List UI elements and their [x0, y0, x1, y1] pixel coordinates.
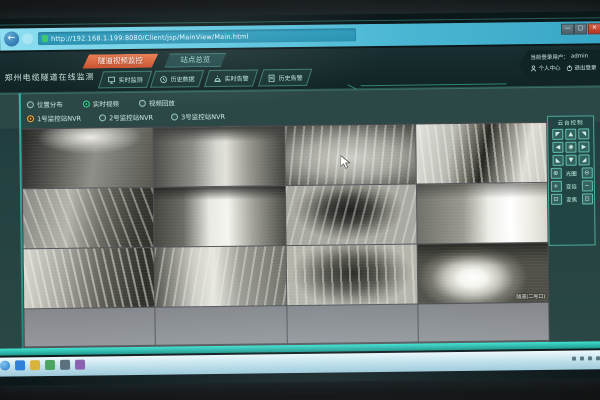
window-close-button[interactable]: ✕ [588, 23, 600, 34]
focus-near-button[interactable]: ⊡ [551, 194, 562, 205]
radio-label: 2号监控站NVR [109, 112, 153, 123]
iris-label: 光圈 [563, 169, 579, 177]
camera-feed-r3c1[interactable] [24, 248, 155, 309]
radio-label: 1号监控站NVR [37, 113, 81, 124]
radio-location-map[interactable]: 位置分布 [27, 99, 63, 109]
radio-label: 位置分布 [37, 99, 63, 109]
camera-feed-r2c4[interactable] [417, 183, 548, 244]
taskbar-icon-image-viewer[interactable] [75, 360, 85, 370]
ptz-panel-title: 云台控制 [548, 118, 593, 127]
radio-label: 实时视频 [93, 98, 119, 108]
username: admin [571, 53, 588, 59]
tray-icon[interactable] [580, 356, 584, 360]
camera-feed-r3c4[interactable]: 隧道(二号口) [417, 243, 548, 304]
alarm-icon [214, 74, 222, 82]
tray-icon[interactable] [596, 356, 600, 360]
taskbar-icon-ie-browser[interactable] [15, 360, 25, 370]
person-icon [530, 65, 536, 72]
focus-label: 变焦 [564, 195, 580, 203]
taskbar-icon-folder[interactable] [30, 360, 40, 370]
zoom-in-button[interactable]: + [550, 181, 561, 192]
report-icon [268, 74, 276, 82]
logout-link[interactable]: 退出登录 [574, 63, 596, 71]
tray-icon[interactable] [588, 356, 592, 360]
radio-dot [139, 99, 146, 106]
camera-feed-r2c2[interactable] [154, 186, 285, 247]
logout-icon [566, 64, 572, 71]
menu-item-label: 历史告警 [279, 73, 303, 82]
empty-cell [418, 303, 549, 342]
header-decor-line [361, 83, 507, 86]
mouse-cursor [341, 154, 351, 173]
menu-item-realtime-monitor[interactable]: 实时监测 [98, 71, 152, 89]
empty-cell [287, 305, 418, 344]
camera-feed-r2c1[interactable] [23, 188, 154, 249]
radio-live-video[interactable]: 实时视频 [83, 98, 119, 108]
ptz-center-button[interactable]: ◉ [565, 142, 576, 153]
radio-nvr-station-2[interactable]: 2号监控站NVR [99, 112, 153, 123]
radio-label: 视频回放 [149, 97, 175, 107]
url-text: http://192.168.1.199:8080/Client/jsp/Mai… [51, 32, 249, 42]
camera-feed-r3c2[interactable] [155, 246, 286, 307]
ptz-control-panel: 云台控制 ◤ ▲ ◥ ◀ ◉ ▶ ◣ ▼ ◢ ⊕ 光圈 ⊖ + 变倍 − ⊡ 变… [547, 115, 596, 246]
window-maximize-button[interactable]: ▢ [574, 23, 587, 34]
tray-icon[interactable] [572, 357, 576, 361]
taskbar-icon-media-player[interactable] [45, 360, 55, 370]
radio-nvr-station-1[interactable]: 1号监控站NVR [27, 113, 81, 124]
taskbar-icon-file-explorer[interactable] [60, 360, 70, 370]
menu-item-label: 实时监测 [119, 75, 143, 84]
focus-far-button[interactable]: ⊡ [582, 193, 593, 204]
site-security-icon [42, 35, 48, 42]
ptz-right-button[interactable]: ▶ [578, 141, 589, 152]
camera-feed-r3c3[interactable] [286, 245, 417, 306]
monitor-screen: ← http://192.168.1.199:8080/Client/jsp/M… [0, 11, 600, 385]
video-wall: 隧道(二号口) [21, 122, 550, 349]
user-panel: 当前登录用户： admin 个人中心 退出登录 [518, 49, 600, 80]
tab-tunnel-video[interactable]: 隧道视频监控 [82, 54, 158, 69]
history-icon [160, 75, 168, 83]
camera-feed-r1c2[interactable] [153, 126, 284, 187]
radio-dot [171, 113, 178, 120]
camera-feed-r1c4[interactable] [416, 123, 547, 184]
camera-feed-r1c1[interactable] [22, 128, 153, 189]
app-logo-title: 郑州电缆隧道在线监测 [4, 71, 94, 83]
zoom-out-button[interactable]: − [581, 180, 592, 191]
empty-cell [156, 306, 287, 345]
window-minimize-button[interactable]: — [561, 24, 574, 35]
iris-close-button[interactable]: ⊖ [581, 167, 592, 178]
camera-feed-r2c3[interactable] [285, 185, 416, 246]
ptz-up-left-button[interactable]: ◤ [552, 129, 563, 140]
menu-item-realtime-alarm[interactable]: 实时告警 [204, 69, 258, 87]
ptz-down-button[interactable]: ▼ [566, 155, 577, 166]
monitor-icon [108, 76, 116, 84]
radio-dot [83, 100, 90, 107]
menu-item-label: 历史数据 [171, 74, 195, 83]
radio-dot [99, 114, 106, 121]
login-user-label: 当前登录用户： [530, 53, 569, 61]
url-field[interactable]: http://192.168.1.199:8080/Client/jsp/Mai… [38, 28, 356, 45]
tab-site-overview[interactable]: 站点总览 [164, 53, 226, 68]
zoom-label: 变倍 [563, 182, 579, 190]
empty-cell [24, 308, 155, 347]
personal-center-link[interactable]: 个人中心 [538, 64, 560, 72]
menu-item-history-alarm[interactable]: 历史告警 [258, 69, 312, 87]
radio-dot [27, 101, 34, 108]
menu-item-label: 实时告警 [225, 74, 249, 83]
ptz-down-right-button[interactable]: ◢ [579, 154, 590, 165]
browser-back-button[interactable]: ← [4, 31, 19, 46]
iris-open-button[interactable]: ⊕ [550, 168, 561, 179]
browser-forward-button[interactable] [22, 33, 33, 44]
radio-video-playback[interactable]: 视频回放 [139, 97, 175, 107]
start-button[interactable] [0, 361, 10, 371]
system-tray[interactable] [572, 356, 600, 360]
camera-osd-label: 隧道(二号口) [516, 293, 545, 300]
menu-item-history-data[interactable]: 历史数据 [150, 70, 204, 88]
radio-dot [27, 115, 34, 122]
ptz-left-button[interactable]: ◀ [552, 142, 563, 153]
ptz-down-left-button[interactable]: ◣ [553, 155, 564, 166]
ptz-up-right-button[interactable]: ◥ [578, 128, 589, 139]
radio-label: 3号监控站NVR [181, 111, 225, 122]
ptz-up-button[interactable]: ▲ [565, 129, 576, 140]
radio-nvr-station-3[interactable]: 3号监控站NVR [171, 111, 225, 122]
